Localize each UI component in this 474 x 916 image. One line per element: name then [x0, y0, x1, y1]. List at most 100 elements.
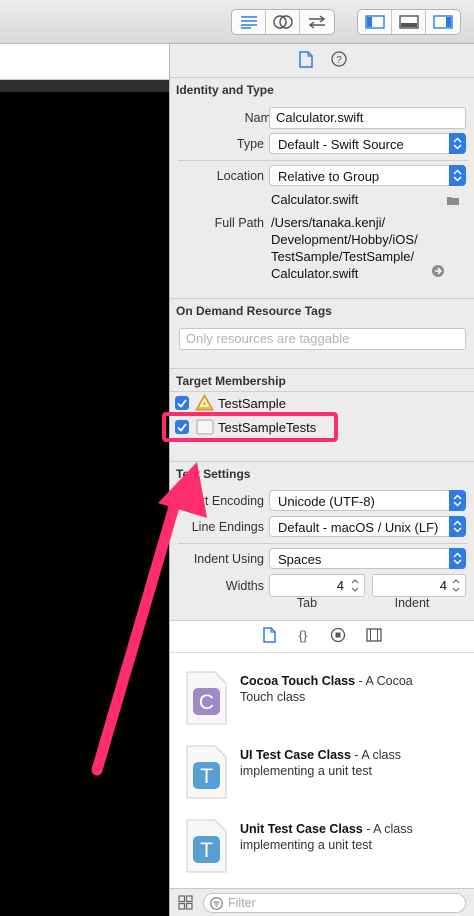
left-panel-icon: [364, 15, 385, 29]
text-encoding-value: Unicode (UTF-8): [278, 494, 375, 509]
line-endings-label: Line Endings: [191, 520, 264, 534]
section-divider: [170, 368, 474, 369]
section-divider: [170, 461, 474, 462]
indent-using-popup[interactable]: Spaces: [269, 548, 466, 569]
toggle-navigator-button[interactable]: [358, 10, 392, 34]
tab-width-value: 4: [336, 578, 344, 593]
name-label: Name: [244, 111, 278, 125]
annotation-highlight-box: [162, 412, 338, 442]
tab-quick-help[interactable]: ?: [330, 51, 347, 70]
indent-width-stepper[interactable]: [449, 575, 463, 596]
document-icon: [298, 50, 313, 68]
library-item-title: Unit Test Case Class: [240, 822, 363, 836]
indent-width-value: 4: [439, 578, 447, 593]
version-editor-button[interactable]: [300, 10, 334, 34]
text-lines-icon: [240, 16, 257, 29]
type-label: Type: [236, 137, 264, 151]
type-value: Default - Swift Source: [278, 137, 404, 152]
grid-view-icon[interactable]: [178, 895, 193, 913]
standard-editor-button[interactable]: [232, 10, 266, 34]
resource-tags-placeholder: Only resources are taggable: [186, 331, 350, 346]
file-inspector-panel: ? Identity and Type Name Calculator.swif…: [169, 44, 474, 620]
panel-toggle-control: [357, 9, 461, 35]
location-file: Calculator.swift: [271, 192, 359, 207]
target-label-testsample: TestSample: [218, 396, 286, 411]
chevron-updown-icon: [449, 490, 466, 511]
tile-letter: T: [200, 765, 213, 788]
app-target-icon: [195, 393, 214, 414]
library-item-unit-test-case-class[interactable]: T Unit Test Case Class - A class impleme…: [170, 811, 474, 885]
target-membership-heading: Target Membership: [176, 374, 286, 388]
editor-jump-bar: [0, 44, 169, 80]
checkmark-icon: [177, 398, 187, 408]
full-path-line: Calculator.swift: [271, 266, 359, 281]
braces-icon: {}: [299, 628, 308, 643]
tab-file-inspector[interactable]: [298, 50, 313, 71]
unit-test-case-class-icon: T: [185, 819, 227, 873]
bottom-panel-icon: [398, 15, 419, 29]
document-icon: [263, 627, 276, 643]
library-item-description: - A Cocoa: [355, 674, 413, 688]
library-panel: {} C Cocoa Touch Class - A Cocoa Touch c…: [169, 620, 474, 916]
line-endings-value: Default - macOS / Unix (LF): [278, 520, 439, 535]
full-path-line: Development/Hobby/iOS/: [271, 232, 418, 247]
tile-letter: T: [200, 839, 213, 862]
identity-heading: Identity and Type: [176, 83, 274, 97]
tab-width-field[interactable]: 4: [269, 574, 365, 597]
name-field[interactable]: Calculator.swift: [269, 107, 466, 129]
text-settings-heading: Text Settings: [176, 467, 251, 481]
indent-width-field[interactable]: 4: [372, 574, 466, 597]
line-endings-popup[interactable]: Default - macOS / Unix (LF): [269, 516, 466, 537]
text-settings-inner-divider: [178, 543, 468, 544]
type-popup[interactable]: Default - Swift Source: [269, 133, 466, 154]
on-demand-heading: On Demand Resource Tags: [176, 304, 332, 318]
code-editor[interactable]: [0, 80, 169, 916]
full-path-line: TestSample/TestSample/: [271, 249, 415, 264]
indent-sublabel: Indent: [394, 596, 430, 610]
full-path-label: Full Path: [214, 216, 264, 230]
overlapping-circles-icon: [272, 15, 293, 29]
target-membership-divider: [170, 391, 474, 392]
filter-icon: [210, 897, 223, 913]
library-tabs: {}: [170, 621, 474, 653]
reveal-in-finder-icon[interactable]: [432, 265, 444, 280]
location-popup[interactable]: Relative to Group: [269, 165, 466, 186]
library-item-description: implementing a unit test: [240, 838, 373, 852]
chevron-updown-icon: [449, 516, 466, 537]
question-mark-icon: ?: [330, 51, 347, 67]
library-item-text: UI Test Case Class - A class implementin…: [240, 747, 460, 779]
tab-object-library[interactable]: [330, 627, 346, 646]
section-divider: [170, 298, 474, 299]
cocoa-touch-class-icon: C: [185, 671, 227, 725]
folder-icon[interactable]: [446, 194, 460, 209]
text-encoding-popup[interactable]: Unicode (UTF-8): [269, 490, 466, 511]
library-filter-field[interactable]: Filter: [203, 893, 466, 913]
library-item-cocoa-touch-class[interactable]: C Cocoa Touch Class - A Cocoa Touch clas…: [170, 663, 474, 737]
editor-mode-control: [231, 9, 335, 35]
library-item-ui-test-case-class[interactable]: T UI Test Case Class - A class implement…: [170, 737, 474, 811]
text-encoding-label: Text Encoding: [185, 494, 264, 508]
tab-sublabel: Tab: [296, 596, 318, 610]
resource-tags-field: Only resources are taggable: [179, 328, 466, 350]
widths-label: Widths: [225, 579, 264, 593]
chevron-updown-icon: [449, 165, 466, 186]
assistant-editor-button[interactable]: [266, 10, 300, 34]
chevron-updown-icon: [449, 548, 466, 569]
tab-width-stepper[interactable]: [348, 575, 362, 596]
filter-placeholder: Filter: [228, 896, 256, 910]
toggle-debug-area-button[interactable]: [392, 10, 426, 34]
library-item-description: Touch class: [240, 690, 306, 704]
tab-media-library[interactable]: [366, 628, 382, 645]
svg-text:?: ?: [336, 55, 342, 66]
tab-code-snippet-library[interactable]: {}: [296, 627, 310, 646]
toggle-utilities-button[interactable]: [426, 10, 460, 34]
indent-using-label: Indent Using: [193, 552, 264, 566]
tab-file-template-library[interactable]: [263, 627, 276, 646]
location-label: Location: [216, 169, 264, 183]
editor-top-stripe: [0, 80, 169, 92]
library-item-description: - A class: [350, 748, 401, 762]
target-checkbox-testsample[interactable]: [175, 396, 189, 410]
film-strip-icon: [366, 628, 382, 642]
inspector-tabs: ?: [170, 44, 474, 78]
object-library-icon: [330, 627, 346, 643]
